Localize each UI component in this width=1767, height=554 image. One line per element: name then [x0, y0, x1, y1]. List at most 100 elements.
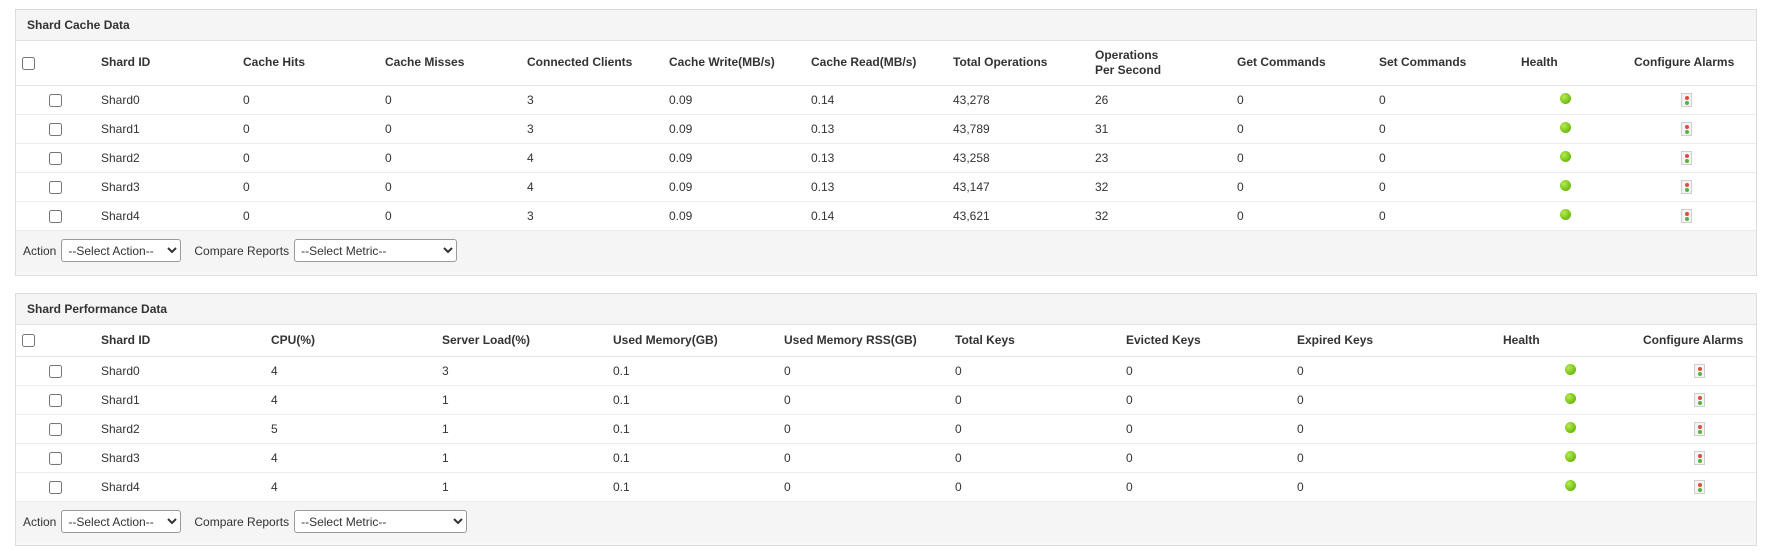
table-row: Shard2 5 1 0.1 0 0 0 0 [16, 414, 1756, 444]
row-checkbox[interactable] [49, 93, 62, 107]
cell-total-keys: 0 [949, 414, 1120, 444]
row-select-cell [16, 172, 95, 202]
table-row: Shard0 4 3 0.1 0 0 0 0 [16, 356, 1756, 386]
cell-cpu: 4 [265, 443, 436, 473]
row-checkbox[interactable] [49, 480, 62, 494]
configure-alarm-icon[interactable] [1694, 421, 1705, 436]
cell-cache-hits: 0 [237, 172, 379, 202]
health-status-dot-icon [1564, 392, 1576, 404]
cell-cache-misses: 0 [379, 143, 521, 173]
table-header-row: Shard ID CPU(%) Server Load(%) Used Memo… [16, 325, 1756, 357]
configure-alarm-icon[interactable] [1694, 392, 1705, 407]
cell-health [1497, 414, 1643, 444]
column-header-cache-read[interactable]: Cache Read(MB/s) [805, 41, 947, 86]
column-header-cache-misses[interactable]: Cache Misses [379, 41, 521, 86]
cell-total-operations: 43,258 [947, 143, 1089, 173]
column-header-set-commands[interactable]: Set Commands [1373, 41, 1515, 86]
column-header-shard-id[interactable]: Shard ID [95, 41, 237, 86]
table-row: Shard3 0 0 4 0.09 0.13 43,147 32 0 0 [16, 172, 1756, 202]
row-checkbox[interactable] [49, 451, 62, 465]
cell-expired-keys: 0 [1291, 385, 1497, 415]
column-header-get-commands[interactable]: Get Commands [1231, 41, 1373, 86]
column-header-server-load[interactable]: Server Load(%) [436, 325, 607, 357]
compare-metric-select[interactable]: --Select Metric-- [294, 510, 468, 533]
column-header-cache-write[interactable]: Cache Write(MB/s) [663, 41, 805, 86]
cell-evicted-keys: 0 [1120, 443, 1291, 473]
cell-server-load: 1 [436, 472, 607, 502]
cell-shard-id: Shard4 [95, 201, 237, 231]
cell-cache-write: 0.09 [663, 85, 805, 115]
configure-alarm-icon[interactable] [1680, 121, 1692, 136]
health-status-dot-icon [1560, 121, 1571, 133]
row-checkbox[interactable] [49, 422, 62, 436]
cell-evicted-keys: 0 [1120, 414, 1291, 444]
table-row: Shard4 4 1 0.1 0 0 0 0 [16, 472, 1756, 502]
shard-cache-title: Shard Cache Data [16, 10, 1756, 41]
cell-connected-clients: 3 [521, 201, 663, 231]
column-header-operations-per-second[interactable]: Operations Per Second [1089, 41, 1231, 86]
cell-cache-hits: 0 [237, 85, 379, 115]
cell-connected-clients: 4 [521, 143, 663, 173]
cell-shard-id: Shard2 [95, 143, 237, 173]
configure-alarm-icon[interactable] [1680, 92, 1692, 107]
configure-alarm-icon[interactable] [1694, 450, 1705, 465]
cell-used-memory-rss: 0 [778, 356, 949, 386]
select-all-checkbox[interactable] [22, 334, 35, 348]
configure-alarm-icon[interactable] [1680, 150, 1692, 165]
row-checkbox[interactable] [49, 151, 62, 165]
configure-alarm-icon[interactable] [1680, 208, 1692, 223]
action-label: Action [23, 243, 57, 258]
configure-alarm-icon[interactable] [1680, 179, 1692, 194]
action-select[interactable]: --Select Action-- [61, 510, 182, 533]
column-header-total-operations[interactable]: Total Operations [947, 41, 1089, 86]
column-header-health: Health [1497, 325, 1643, 357]
cell-shard-id: Shard3 [95, 172, 237, 202]
shard-performance-table: Shard ID CPU(%) Server Load(%) Used Memo… [16, 325, 1756, 502]
cell-connected-clients: 3 [521, 114, 663, 144]
column-header-cache-hits[interactable]: Cache Hits [237, 41, 379, 86]
row-checkbox[interactable] [49, 180, 62, 194]
cell-total-operations: 43,147 [947, 172, 1089, 202]
column-header-evicted-keys[interactable]: Evicted Keys [1120, 325, 1291, 357]
column-header-used-memory[interactable]: Used Memory(GB) [607, 325, 778, 357]
column-header-shard-id[interactable]: Shard ID [95, 325, 265, 357]
action-select[interactable]: --Select Action-- [61, 239, 182, 262]
health-status-dot-icon [1564, 421, 1576, 433]
shard-cache-panel: Shard Cache Data Shard ID Cache Hits Cac… [15, 9, 1757, 276]
action-label: Action [23, 514, 57, 529]
cell-used-memory: 0.1 [607, 472, 778, 502]
row-checkbox[interactable] [49, 393, 62, 407]
cell-configure-alarms [1616, 114, 1756, 144]
cell-health [1497, 385, 1643, 415]
cell-operations-per-second: 32 [1089, 172, 1231, 202]
row-checkbox[interactable] [49, 122, 62, 136]
column-header-expired-keys[interactable]: Expired Keys [1291, 325, 1497, 357]
cell-server-load: 1 [436, 414, 607, 444]
health-status-dot-icon [1560, 208, 1571, 220]
cell-shard-id: Shard2 [95, 414, 265, 444]
column-header-used-memory-rss[interactable]: Used Memory RSS(GB) [778, 325, 949, 357]
configure-alarm-icon[interactable] [1694, 363, 1705, 378]
column-header-connected-clients[interactable]: Connected Clients [521, 41, 663, 86]
row-select-cell [16, 443, 95, 473]
compare-metric-select[interactable]: --Select Metric-- [294, 239, 458, 262]
cell-total-keys: 0 [949, 385, 1120, 415]
row-checkbox[interactable] [49, 209, 62, 223]
row-checkbox[interactable] [49, 364, 62, 378]
cell-operations-per-second: 26 [1089, 85, 1231, 115]
row-select-cell [16, 201, 95, 231]
table-row: Shard1 4 1 0.1 0 0 0 0 [16, 385, 1756, 415]
select-all-checkbox[interactable] [22, 56, 35, 70]
cell-shard-id: Shard4 [95, 472, 265, 502]
column-header-total-keys[interactable]: Total Keys [949, 325, 1120, 357]
cell-used-memory-rss: 0 [778, 385, 949, 415]
cell-cpu: 4 [265, 472, 436, 502]
row-select-cell [16, 472, 95, 502]
column-header-cpu[interactable]: CPU(%) [265, 325, 436, 357]
column-header-configure-alarms: Configure Alarms [1616, 41, 1756, 86]
table-row: Shard3 4 1 0.1 0 0 0 0 [16, 443, 1756, 473]
cell-health [1497, 472, 1643, 502]
row-select-cell [16, 85, 95, 115]
configure-alarm-icon[interactable] [1694, 479, 1705, 494]
cell-health [1515, 143, 1616, 173]
